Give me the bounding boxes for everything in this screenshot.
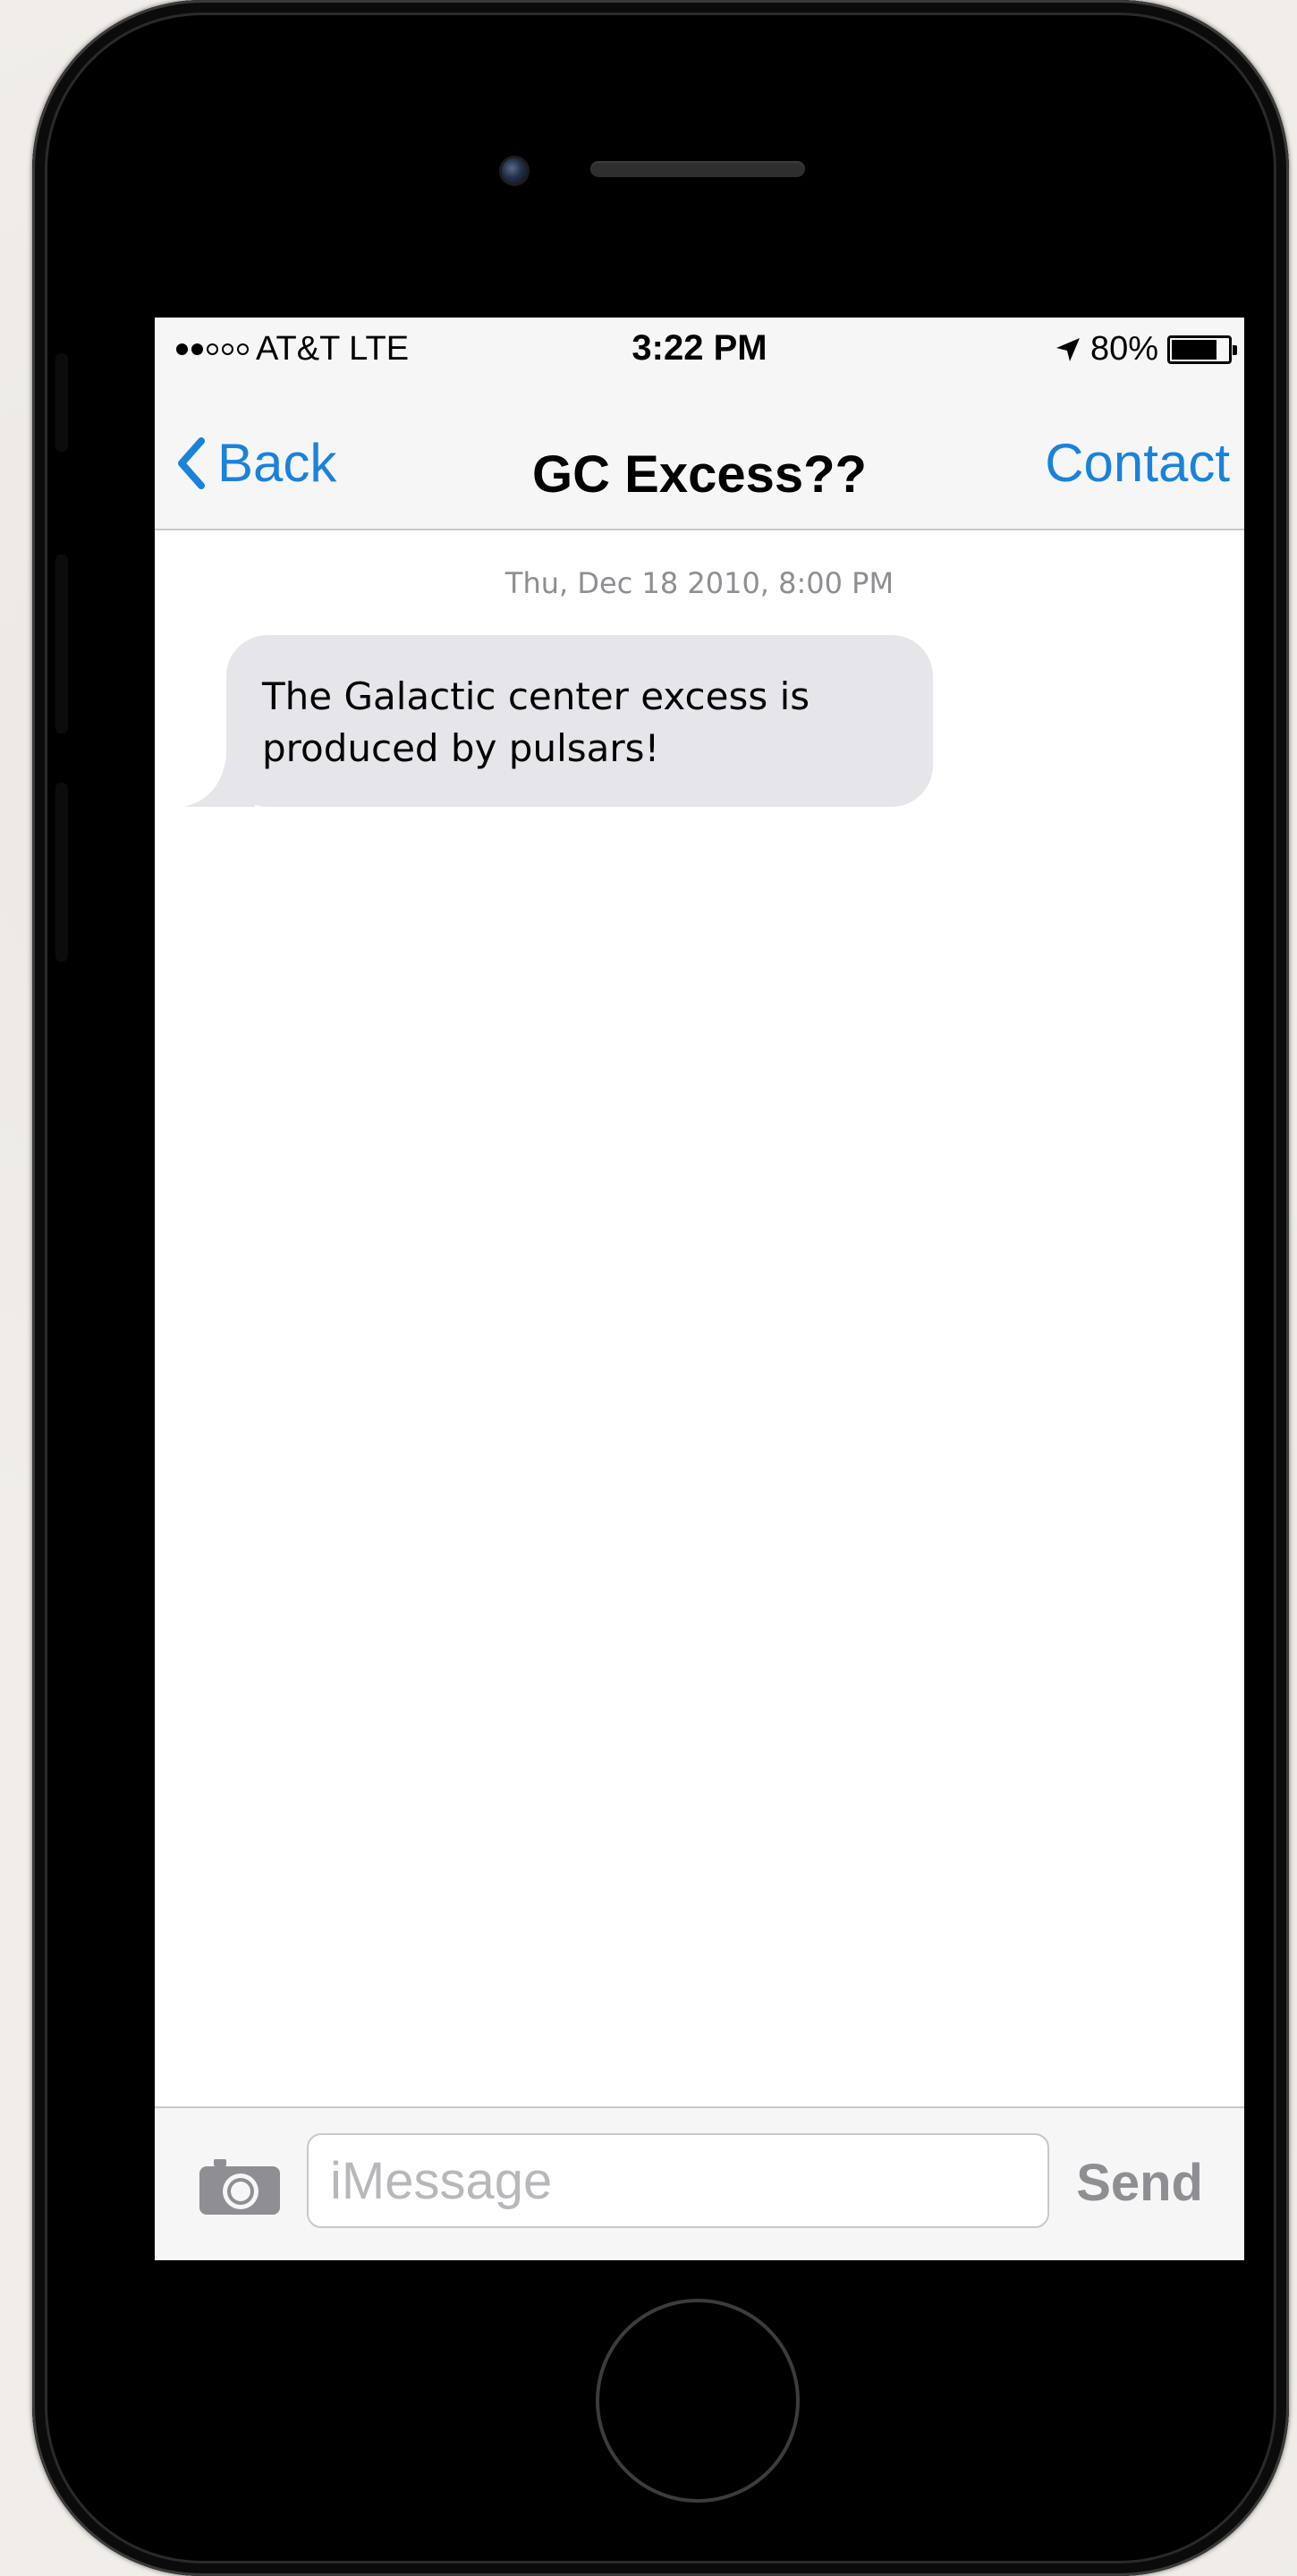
message-bubble-incoming: The Galactic center excess is produced b…	[183, 635, 933, 807]
ringer-switch	[55, 353, 68, 452]
phone-frame: AT&T LTE 3:22 PM 80% Back GC Excess?? Co…	[32, 0, 1289, 2576]
message-input-bar: Send	[155, 2106, 1244, 2260]
navigation-bar: Back GC Excess?? Contact	[155, 389, 1244, 530]
camera-icon	[199, 2159, 280, 2215]
battery-status: 80%	[1055, 330, 1237, 369]
volume-down-button	[55, 783, 68, 962]
contact-button[interactable]: Contact	[1045, 432, 1230, 494]
message-text: The Galactic center excess is produced b…	[226, 635, 933, 807]
phone-screen: AT&T LTE 3:22 PM 80% Back GC Excess?? Co…	[155, 318, 1244, 2260]
send-button[interactable]: Send	[1076, 2153, 1203, 2213]
home-button[interactable]	[596, 2299, 800, 2503]
earpiece-speaker	[590, 161, 805, 177]
front-camera	[499, 156, 530, 186]
message-timestamp: Thu, Dec 18 2010, 8:00 PM	[504, 566, 894, 600]
volume-up-button	[55, 555, 68, 733]
message-line: produced by pulsars!	[262, 726, 660, 770]
location-arrow-icon	[1055, 337, 1080, 361]
battery-percentage: 80%	[1089, 330, 1158, 368]
camera-button[interactable]	[198, 2157, 282, 2221]
message-line: The Galactic center excess is	[262, 674, 810, 718]
status-bar: AT&T LTE 3:22 PM 80%	[155, 318, 1244, 389]
imessage-input[interactable]	[307, 2133, 1049, 2228]
battery-icon	[1167, 335, 1237, 364]
